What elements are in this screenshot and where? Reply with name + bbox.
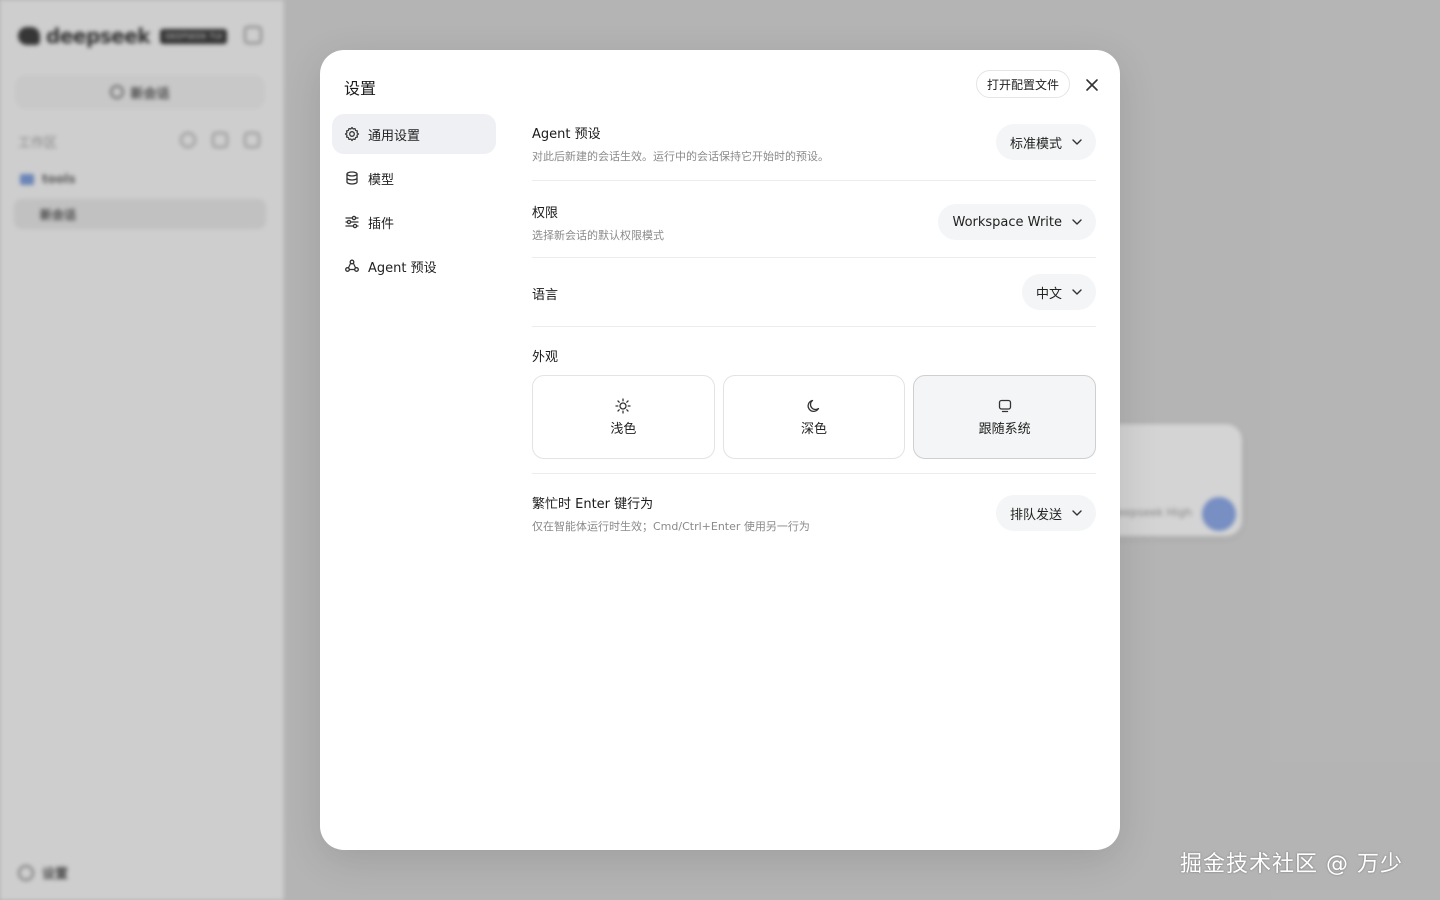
theme-option-label: 浅色 [610,421,637,437]
sun-icon [615,397,631,414]
monitor-icon [997,398,1013,414]
permission-row: 权限 选择新会话的默认权限模式 Workspace Write [532,181,1096,258]
close-icon [1086,79,1098,91]
open-config-file-button[interactable]: 打开配置文件 [976,70,1071,98]
chevron-down-icon [1072,137,1082,147]
language-row: 语言 中文 [532,258,1096,327]
agent-preset-row: Agent 预设 对此后新建的会话生效。运行中的会话保持它开始时的预设。 标准模… [532,114,1096,181]
nav-item-plugins[interactable]: 插件 [332,202,496,242]
theme-option-label: 跟随系统 [978,421,1031,437]
settings-nav: 通用设置 模型 插件 Agent 预设 [332,114,496,290]
permission-select[interactable]: Workspace Write [938,204,1096,240]
watermark-text: 掘金技术社区 @ 万少 [1180,852,1403,877]
moon-icon [806,398,822,414]
theme-options: 浅色 深色 跟随系统 [532,375,1097,459]
permission-value: Workspace Write [952,214,1062,230]
theme-option-label: 深色 [801,421,828,437]
chevron-down-icon [1072,508,1082,518]
chevron-down-icon [1072,287,1082,297]
appearance-title: 外观 [532,350,559,365]
enter-behavior-value: 排队发送 [1009,507,1062,523]
theme-option-light[interactable]: 浅色 [532,375,715,459]
agent-preset-select[interactable]: 标准模式 [995,124,1096,160]
language-title: 语言 [532,288,559,303]
theme-option-dark[interactable]: 深色 [722,375,906,459]
nav-item-label: 模型 [368,172,395,188]
close-button[interactable] [1082,75,1102,95]
language-select[interactable]: 中文 [1021,274,1096,310]
appearance-row: 外观 浅色 深色 跟随系统 [532,327,1097,474]
database-icon [344,170,360,186]
nav-item-label: 插件 [368,216,395,232]
gear-icon [344,126,360,142]
enter-behavior-row: 繁忙时 Enter 键行为 仅在智能体运行时生效；Cmd/Ctrl+Enter … [532,474,1096,554]
nav-item-agent-presets[interactable]: Agent 预设 [332,246,496,286]
theme-option-system[interactable]: 跟随系统 [913,375,1097,459]
nav-item-models[interactable]: 模型 [332,158,496,198]
settings-content: Agent 预设 对此后新建的会话生效。运行中的会话保持它开始时的预设。 标准模… [532,114,1097,554]
nav-item-label: Agent 预设 [368,260,437,276]
enter-behavior-select[interactable]: 排队发送 [995,495,1096,531]
agent-preset-value: 标准模式 [1009,136,1062,152]
language-value: 中文 [1035,286,1062,302]
sliders-icon [344,214,360,230]
settings-dialog: 设置 打开配置文件 通用设置 模型 插件 Agent 预设 Agent 预设 对… [320,50,1120,850]
nav-item-label: 通用设置 [368,128,421,144]
nav-item-general[interactable]: 通用设置 [332,114,496,154]
chevron-down-icon [1072,217,1082,227]
agent-icon [344,258,360,274]
dialog-title: 设置 [344,79,377,98]
